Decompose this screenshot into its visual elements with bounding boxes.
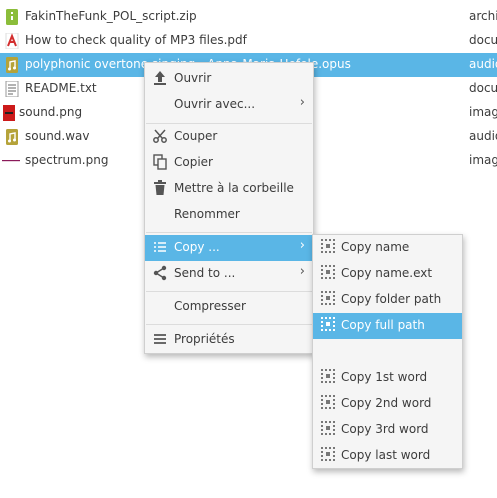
image-icon: [2, 153, 20, 169]
list-icon: [153, 239, 167, 258]
file-row[interactable]: FakinTheFunk_POL_script.zip archi: [0, 5, 497, 29]
text-file-icon: [5, 80, 19, 98]
file-type: docu: [469, 81, 497, 95]
select-icon: [321, 421, 335, 435]
menu-separator: [146, 232, 312, 233]
submenu-item-copy-2nd-word[interactable]: Copy 2nd word: [313, 391, 462, 417]
file-type: audio: [469, 129, 497, 143]
submenu-item-copy-last-word[interactable]: Copy last word: [313, 443, 462, 469]
menu-item-properties[interactable]: Propriétés: [145, 327, 313, 353]
chevron-right-icon: ›: [299, 264, 305, 279]
menu-item-copy[interactable]: Copier: [145, 150, 313, 176]
menu-item-compress[interactable]: Compresser: [145, 294, 313, 320]
submenu-item-copy-1st-word[interactable]: Copy 1st word: [313, 365, 462, 391]
select-icon: [321, 369, 335, 383]
submenu-item-copy-3rd-word[interactable]: Copy 3rd word: [313, 417, 462, 443]
file-type: imag: [469, 153, 497, 167]
submenu-item-copy-name-ext[interactable]: Copy name.ext: [313, 261, 462, 287]
file-type: audio: [469, 57, 497, 71]
trash-icon: [153, 180, 167, 199]
audio-icon: [5, 129, 19, 145]
select-icon: [321, 395, 335, 409]
scissors-icon: [153, 128, 167, 147]
menu-item-trash[interactable]: Mettre à la corbeille: [145, 176, 313, 202]
properties-icon: [153, 331, 167, 350]
menu-separator: [146, 291, 312, 292]
pdf-icon: [5, 32, 19, 50]
copy-submenu: Copy name Copy name.ext Copy folder path…: [312, 234, 463, 469]
audio-icon: [5, 57, 19, 73]
file-type: imag: [469, 105, 497, 119]
file-row[interactable]: How to check quality of MP3 files.pdf do…: [0, 29, 497, 53]
file-name: FakinTheFunk_POL_script.zip: [25, 9, 197, 23]
select-icon: [321, 239, 335, 253]
select-icon: [321, 447, 335, 461]
archive-icon: [5, 9, 19, 25]
select-icon: [321, 317, 335, 331]
chevron-right-icon: ›: [299, 95, 305, 110]
menu-item-cut[interactable]: Couper: [145, 124, 313, 150]
select-icon: [321, 291, 335, 305]
menu-item-open-with[interactable]: Ouvrir avec... ›: [145, 92, 313, 118]
copy-icon: [153, 154, 167, 173]
submenu-item-copy-name[interactable]: Copy name: [313, 235, 462, 261]
select-icon: [321, 265, 335, 279]
file-name: How to check quality of MP3 files.pdf: [25, 33, 247, 47]
menu-item-copy-sub[interactable]: Copy ... ›: [145, 235, 313, 261]
file-name: spectrum.png: [25, 153, 109, 167]
file-name: README.txt: [25, 81, 97, 95]
share-icon: [153, 265, 167, 284]
submenu-item-copy-folder-path[interactable]: Copy folder path: [313, 287, 462, 313]
menu-item-rename[interactable]: Renommer: [145, 202, 313, 228]
menu-separator: [146, 324, 312, 325]
file-name: sound.wav: [25, 129, 90, 143]
file-type: archi: [469, 9, 497, 23]
submenu-item-copy-full-path[interactable]: Copy full path: [313, 313, 462, 339]
open-icon: [153, 70, 167, 89]
menu-item-open[interactable]: Ouvrir: [145, 66, 313, 92]
menu-item-send-to[interactable]: Send to ... ›: [145, 261, 313, 287]
file-name: sound.png: [19, 105, 83, 119]
chevron-right-icon: ›: [299, 238, 305, 253]
image-icon: [3, 105, 17, 121]
context-menu: Ouvrir Ouvrir avec... › Couper Copier Me…: [144, 62, 314, 354]
file-type: docu: [469, 33, 497, 47]
